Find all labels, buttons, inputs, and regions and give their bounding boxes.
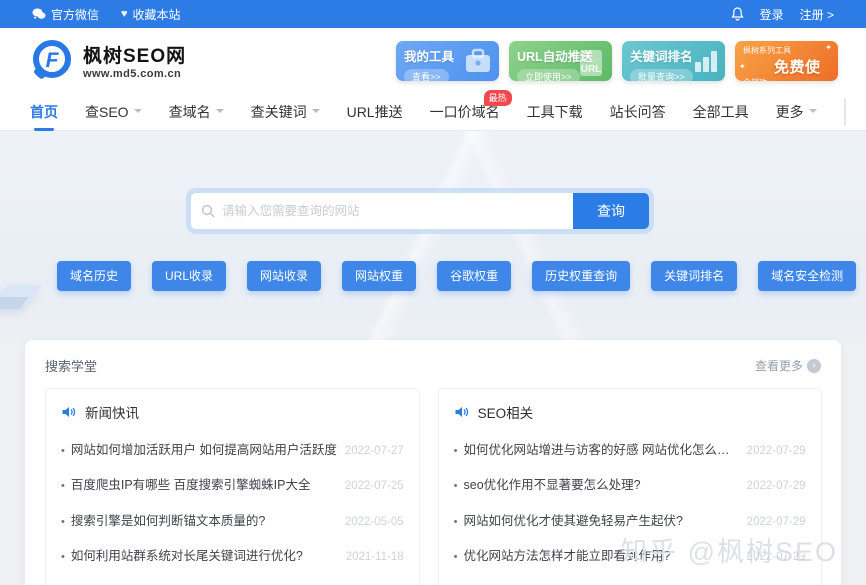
topbar: 官方微信 ♥ 收藏本站 登录 注册 > xyxy=(0,0,866,28)
arrow-right-icon: › xyxy=(807,359,821,373)
promo-big-text: 免费使用 xyxy=(774,56,830,81)
decorative-cube xyxy=(0,279,54,319)
list-item[interactable]: 如何利用站群系统对长尾关键词进行优化? 2021-11-18 xyxy=(61,545,404,564)
heart-icon: ♥ xyxy=(121,8,128,20)
list-item[interactable]: 如何优化网站增进与访客的好感 网站优化怎么做才能吸引访客浏览 2022-07-2… xyxy=(454,439,806,458)
site-query-input[interactable] xyxy=(222,204,573,218)
nav-url-push[interactable]: URL推送 xyxy=(347,102,403,122)
list-item[interactable]: 优化网站方法怎样才能立即看到作用? 2022-07-29 xyxy=(454,545,806,564)
promo-subtext: 枫树系列工具 xyxy=(743,46,830,56)
card-title: 搜索学堂 xyxy=(45,356,97,375)
quick-link-google-weight[interactable]: 谷歌权重 xyxy=(437,261,511,291)
chevron-down-icon xyxy=(216,109,224,117)
search-icon xyxy=(201,204,215,218)
wechat-label: 官方微信 xyxy=(51,6,99,23)
header: F 枫树SEO网 www.md5.com.cn 我的工具 查看>> URL自动推… xyxy=(0,28,866,93)
register-link[interactable]: 注册 > xyxy=(800,6,834,23)
panel-title: SEO相关 xyxy=(478,402,534,422)
sparkle-icon: ✦ xyxy=(739,62,746,71)
quick-link-url-included[interactable]: URL收录 xyxy=(152,261,226,291)
quick-link-site-weight[interactable]: 网站权重 xyxy=(342,261,416,291)
list-item[interactable]: 阻碍网站页面优化的各种因素是什么? 2022-07-29 xyxy=(454,581,806,585)
nav-seo[interactable]: 查SEO xyxy=(85,102,142,122)
list-item[interactable]: 搜索引擎是如何判断锚文本质量的? 2022-05-05 xyxy=(61,510,404,529)
view-more-link[interactable]: 查看更多 › xyxy=(755,357,821,374)
hot-badge: 最热 xyxy=(484,90,512,106)
list-item[interactable]: seo优化作用不显著要怎么处理? 2022-07-29 xyxy=(454,474,806,493)
quick-link-site-included[interactable]: 网站收录 xyxy=(247,261,321,291)
query-button[interactable]: 查询 xyxy=(573,193,649,229)
chevron-down-icon xyxy=(809,109,817,117)
svg-text:F: F xyxy=(46,49,60,72)
bell-icon[interactable] xyxy=(731,7,744,21)
list-item[interactable]: 网站运营中SEO优化是非常必要的 2021-11-18 xyxy=(61,581,404,585)
nav-webmaster-qa[interactable]: 站长问答 xyxy=(610,102,666,122)
my-tools-banner[interactable]: 我的工具 查看>> xyxy=(396,41,499,81)
nav-all-tools[interactable]: 全部工具 xyxy=(693,102,749,122)
nav-fixed-price-domain[interactable]: 一口价域名 最热 xyxy=(430,102,500,122)
promo-title: 我的工具 xyxy=(404,46,491,65)
seo-panel: SEO相关 如何优化网站增进与访客的好感 网站优化怎么做才能吸引访客浏览 202… xyxy=(438,388,822,585)
site-query-bar: 查询 xyxy=(191,193,649,229)
site-logo[interactable]: F 枫树SEO网 www.md5.com.cn xyxy=(28,38,186,84)
hero-section: 查询 域名历史 URL收录 网站收录 网站权重 谷歌权重 历史权重查询 关键词排… xyxy=(0,131,866,341)
nav-tool-download[interactable]: 工具下载 xyxy=(527,102,583,122)
promo-action[interactable]: 立即使用>> xyxy=(517,69,580,81)
promo-subtext: 全部功能 xyxy=(743,78,772,81)
wechat-link[interactable]: 官方微信 xyxy=(32,6,99,23)
login-link[interactable]: 登录 xyxy=(760,6,784,23)
panel-title: 新闻快讯 xyxy=(85,402,139,422)
promo-title: 关键词排名 xyxy=(630,46,717,65)
promo-action[interactable]: 批量查询>> xyxy=(630,69,693,81)
keyword-rank-banner[interactable]: 关键词排名 批量查询>> xyxy=(622,41,725,81)
svg-text:URL: URL xyxy=(581,64,602,75)
chevron-down-icon xyxy=(134,109,142,117)
quick-link-domain-safety[interactable]: 域名安全检测 xyxy=(758,261,856,291)
quick-link-keyword-rank[interactable]: 关键词排名 xyxy=(651,261,737,291)
quick-link-history-weight[interactable]: 历史权重查询 xyxy=(532,261,630,291)
news-panel: 新闻快讯 网站如何增加活跃用户 如何提高网站用户活跃度 2022-07-27 百… xyxy=(45,388,420,585)
nav-domain[interactable]: 查域名 xyxy=(169,102,224,122)
quick-link-domain-history[interactable]: 域名历史 xyxy=(57,261,131,291)
url-push-banner[interactable]: URL自动推送 立即使用>> URL xyxy=(509,41,612,81)
favorite-label: 收藏本站 xyxy=(133,6,181,23)
wechat-icon xyxy=(32,8,46,20)
promo-action[interactable]: 查看>> xyxy=(404,69,449,81)
tool-search-input[interactable] xyxy=(845,105,846,119)
nav-more[interactable]: 更多 xyxy=(776,102,817,122)
speaker-icon xyxy=(61,405,76,419)
list-item[interactable]: 网站如何优化才使其避免轻易产生起伏? 2022-07-29 xyxy=(454,510,806,529)
site-url: www.md5.com.cn xyxy=(83,68,186,80)
free-use-banner[interactable]: ✦ ✦ 枫树系列工具 全部功能 免费使用 点击查看>> xyxy=(735,41,838,81)
logo-magnifier-icon: F xyxy=(28,38,74,84)
speaker-icon xyxy=(454,405,469,419)
chevron-down-icon xyxy=(312,109,320,117)
search-academy-card: 搜索学堂 查看更多 › 新闻快讯 网站如何增加活跃用户 如何提高网站用户活跃度 … xyxy=(25,340,841,585)
nav-home[interactable]: 首页 xyxy=(30,102,58,122)
main-nav: 首页 查SEO 查域名 查关键词 URL推送 一口价域名 最热 工具下载 站长问… xyxy=(0,93,866,131)
nav-keyword[interactable]: 查关键词 xyxy=(251,102,320,122)
promo-banners: 我的工具 查看>> URL自动推送 立即使用>> URL 关键词排名 批量查询>… xyxy=(396,41,838,81)
quick-links-row: 域名历史 URL收录 网站收录 网站权重 谷歌权重 历史权重查询 关键词排名 域… xyxy=(57,261,866,291)
favorite-link[interactable]: ♥ 收藏本站 xyxy=(121,6,181,23)
tool-search-box xyxy=(844,98,846,126)
list-item[interactable]: 网站如何增加活跃用户 如何提高网站用户活跃度 2022-07-27 xyxy=(61,439,404,458)
promo-title: URL自动推送 xyxy=(517,46,604,65)
list-item[interactable]: 百度爬虫IP有哪些 百度搜索引擎蜘蛛IP大全 2022-07-25 xyxy=(61,474,404,493)
site-name: 枫树SEO网 xyxy=(83,41,186,68)
